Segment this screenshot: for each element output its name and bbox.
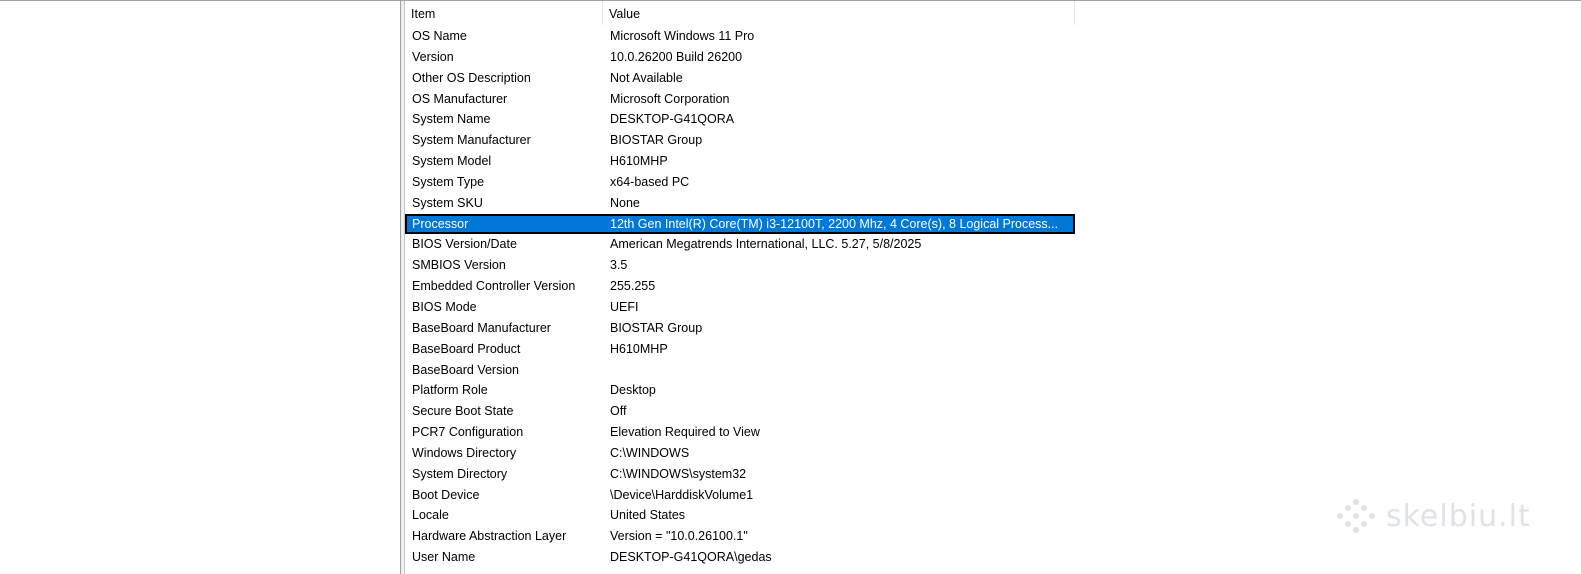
category-tree-pane[interactable]: [0, 1, 401, 574]
row-item-label: Other OS Description: [412, 70, 531, 85]
table-row[interactable]: Platform Role Desktop: [405, 380, 1075, 401]
row-item-label: Hardware Abstraction Layer: [412, 529, 567, 544]
row-item-label: BaseBoard Version: [412, 362, 520, 377]
row-item-label: BIOS Mode: [412, 299, 477, 314]
row-item-label: Version: [412, 49, 454, 64]
row-value: H610MHP: [610, 341, 668, 356]
table-row[interactable]: Other OS Description Not Available: [405, 68, 1075, 89]
dots-logo-icon: [1337, 499, 1375, 533]
row-value: DESKTOP-G41QORA: [610, 112, 735, 127]
row-item-label: Processor: [412, 216, 469, 231]
table-row[interactable]: System Name DESKTOP-G41QORA: [405, 109, 1075, 130]
row-item-label: BaseBoard Manufacturer: [412, 320, 551, 335]
table-row[interactable]: BIOS Mode UEFI: [405, 297, 1075, 318]
row-value: DESKTOP-G41QORA\gedas: [610, 550, 772, 565]
table-row[interactable]: OS Manufacturer Microsoft Corporation: [405, 89, 1075, 110]
table-row[interactable]: Boot Device \Device\HarddiskVolume1: [405, 485, 1075, 506]
table-row[interactable]: System Type x64-based PC: [405, 172, 1075, 193]
table-row[interactable]: OS Name Microsoft Windows 11 Pro: [405, 26, 1075, 47]
column-header-item[interactable]: Item: [405, 1, 603, 25]
row-value: BIOSTAR Group: [610, 320, 703, 335]
row-item-label: Embedded Controller Version: [412, 279, 576, 294]
table-row[interactable]: System SKU None: [405, 193, 1075, 214]
details-list-view[interactable]: Item Value OS Name Microsoft Windows 11 P…: [405, 1, 1581, 574]
row-value: Desktop: [610, 383, 656, 398]
table-row[interactable]: BaseBoard Product H610MHP: [405, 339, 1075, 360]
row-value: C:\WINDOWS\system32: [610, 466, 747, 481]
row-value: Elevation Required to View: [610, 425, 760, 440]
table-row[interactable]: Hardware Abstraction Layer Version = "10.…: [405, 526, 1075, 547]
watermark-text: skelbiu.lt: [1386, 498, 1531, 534]
watermark: skelbiu.lt: [1334, 496, 1531, 536]
table-row[interactable]: System Manufacturer BIOSTAR Group: [405, 130, 1075, 151]
row-value: Not Available: [610, 70, 683, 85]
row-item-label: System Name: [412, 112, 491, 127]
row-item-label: Platform Role: [412, 383, 488, 398]
table-row[interactable]: Windows Directory C:\WINDOWS: [405, 443, 1075, 464]
row-value: 3.5: [610, 258, 628, 273]
list-header: Item Value: [405, 1, 1075, 25]
row-item-label: PCR7 Configuration: [412, 425, 524, 440]
table-row[interactable]: Version 10.0.26200 Build 26200: [405, 47, 1075, 68]
row-item-label: Locale: [412, 508, 449, 523]
table-row[interactable]: Secure Boot State Off: [405, 401, 1075, 422]
row-item-label: BaseBoard Product: [412, 341, 521, 356]
row-value: United States: [610, 508, 686, 523]
row-item-label: Secure Boot State: [412, 404, 514, 419]
row-item-label: System SKU: [412, 195, 483, 210]
system-information-window: Item Value OS Name Microsoft Windows 11 P…: [0, 0, 1581, 574]
row-item-label: User Name: [412, 550, 476, 565]
row-item-label: System Manufacturer: [412, 133, 531, 148]
table-row[interactable]: Locale United States: [405, 505, 1075, 526]
row-value: UEFI: [610, 299, 639, 314]
table-row[interactable]: Processor 12th Gen Intel(R) Core(TM) i3-1…: [405, 213, 1075, 235]
row-item-label: System Directory: [412, 466, 508, 481]
row-value: \Device\HarddiskVolume1: [610, 487, 754, 502]
row-value: C:\WINDOWS: [610, 445, 690, 460]
list-rows: OS Name Microsoft Windows 11 Pro Version 10…: [405, 26, 1075, 568]
row-value: H610MHP: [610, 154, 668, 169]
row-item-label: System Model: [412, 154, 492, 169]
table-row[interactable]: User Name DESKTOP-G41QORA\gedas: [405, 547, 1075, 568]
row-item-label: OS Manufacturer: [412, 91, 508, 106]
row-value: None: [610, 195, 640, 210]
row-item-label: SMBIOS Version: [412, 258, 506, 273]
table-row[interactable]: BaseBoard Version: [405, 360, 1075, 381]
table-row[interactable]: BIOS Version/Date American Megatrends Int…: [405, 234, 1075, 255]
row-value: BIOSTAR Group: [610, 133, 703, 148]
row-value: [603, 360, 1075, 381]
table-row[interactable]: System Model H610MHP: [405, 151, 1075, 172]
row-value: 12th Gen Intel(R) Core(TM) i3-12100T, 22…: [610, 216, 1059, 231]
table-row[interactable]: SMBIOS Version 3.5: [405, 255, 1075, 276]
row-item-label: OS Name: [412, 29, 467, 43]
row-item-label: Boot Device: [412, 487, 480, 502]
row-value: 255.255: [610, 279, 656, 294]
row-value: 10.0.26200 Build 26200: [610, 49, 743, 64]
table-row[interactable]: BaseBoard Manufacturer BIOSTAR Group: [405, 318, 1075, 339]
row-item-label: System Type: [412, 174, 485, 189]
row-item-label: BIOS Version/Date: [412, 237, 517, 252]
table-row[interactable]: PCR7 Configuration Elevation Required to …: [405, 422, 1075, 443]
column-header-value[interactable]: Value: [603, 1, 1075, 25]
table-row[interactable]: System Directory C:\WINDOWS\system32: [405, 464, 1075, 485]
row-value: American Megatrends International, LLC. …: [610, 237, 922, 252]
table-row[interactable]: Embedded Controller Version 255.255: [405, 276, 1075, 297]
row-value: Version = "10.0.26100.1": [610, 529, 748, 544]
row-value: Microsoft Windows 11 Pro: [610, 29, 755, 43]
row-item-label: Windows Directory: [412, 445, 517, 460]
row-value: Off: [610, 404, 627, 419]
row-value: x64-based PC: [610, 174, 690, 189]
row-value: Microsoft Corporation: [610, 91, 730, 106]
